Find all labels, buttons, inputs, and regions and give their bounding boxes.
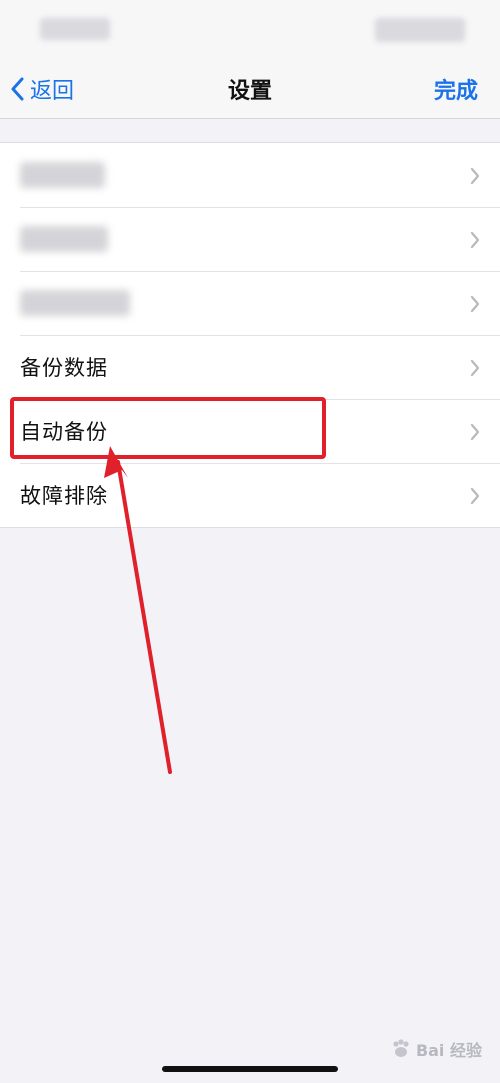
settings-row-3[interactable]: [0, 271, 500, 335]
watermark-text: Bai 经验: [415, 1041, 482, 1060]
status-icons-obscured: [375, 18, 465, 42]
paw-icon: [393, 1039, 409, 1057]
settings-row-troubleshoot[interactable]: 故障排除: [0, 463, 500, 527]
home-indicator: [162, 1066, 338, 1072]
row-label: 自动备份: [20, 420, 108, 444]
settings-list: 备份数据 自动备份 故障排除: [0, 142, 500, 528]
page-title: 设置: [227, 79, 272, 104]
obscured-label: [20, 226, 108, 252]
status-bar: [0, 0, 500, 60]
chevron-right-icon: [470, 167, 480, 185]
watermark: Bai 经验: [390, 1037, 482, 1061]
chevron-right-icon: [470, 359, 480, 377]
row-label: 故障排除: [20, 484, 108, 508]
chevron-right-icon: [470, 231, 480, 249]
chevron-right-icon: [470, 423, 480, 441]
settings-row-2[interactable]: [0, 207, 500, 271]
obscured-label: [20, 162, 105, 188]
obscured-label: [20, 290, 130, 316]
row-label: 备份数据: [20, 356, 108, 380]
chevron-right-icon: [470, 295, 480, 313]
settings-row-auto-backup[interactable]: 自动备份: [0, 399, 500, 463]
settings-row-backup-data[interactable]: 备份数据: [0, 335, 500, 399]
done-button[interactable]: 完成: [434, 73, 478, 105]
chevron-right-icon: [470, 487, 480, 505]
navigation-bar: 返回 设置 完成: [0, 60, 500, 119]
settings-row-1[interactable]: [0, 143, 500, 207]
status-time-obscured: [40, 18, 110, 40]
